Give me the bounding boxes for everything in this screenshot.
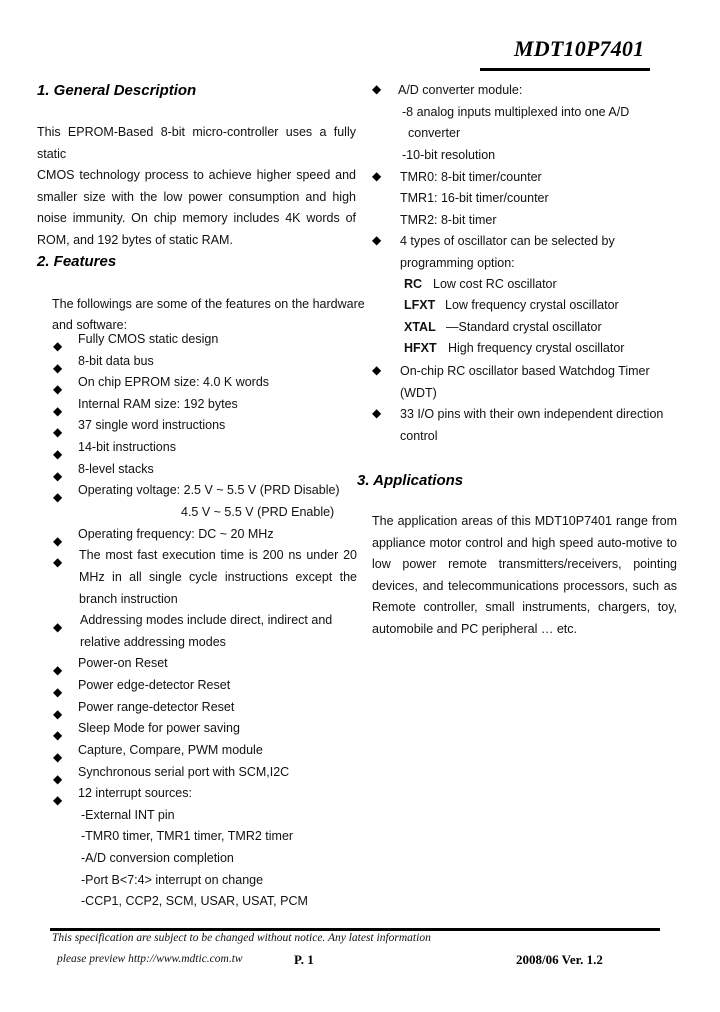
bullet-diamond-icon: ◆ (372, 82, 382, 96)
general-description-heading: 1. General Description (37, 82, 197, 99)
bullet-diamond-icon: ◆ (53, 685, 63, 699)
general-line: smaller size with the low power consumpt… (37, 189, 356, 204)
general-description-paragraph: This EPROM-Based 8-bit micro-controller … (37, 122, 356, 252)
general-line: CMOS technology process to achieve highe… (37, 168, 356, 183)
bullet-diamond-icon: ◆ (53, 707, 63, 721)
feature-item: —Standard crystal oscillator (446, 320, 602, 334)
footer-rule (50, 928, 660, 931)
feature-item: Power-on Reset (78, 656, 168, 670)
bullet-diamond-icon: ◆ (53, 447, 63, 461)
bullet-diamond-icon: ◆ (53, 339, 63, 353)
applications-line: automobile and PC peripheral … etc. (372, 621, 577, 636)
bullet-diamond-icon: ◆ (53, 382, 63, 396)
feature-item: 8-level stacks (78, 462, 154, 476)
feature-item: 8-bit data bus (78, 354, 154, 368)
feature-item: Fully CMOS static design (78, 332, 219, 346)
feature-item: -Port B<7:4> interrupt on change (81, 873, 264, 887)
applications-line: The application areas of this MDT10P7401… (372, 514, 677, 528)
feature-item: 33 I/O pins with their own independent d… (400, 407, 664, 421)
feature-item: branch instruction (79, 592, 178, 606)
feature-item: On chip EPROM size: 4.0 K words (78, 375, 270, 389)
feature-item: On-chip RC oscillator based Watchdog Tim… (400, 364, 650, 378)
page-number: P. 1 (294, 952, 314, 967)
feature-item: -CCP1, CCP2, SCM, USAR, USAT, PCM (81, 894, 308, 908)
feature-item: 14-bit instructions (78, 440, 176, 454)
feature-item: Capture, Compare, PWM module (78, 743, 263, 757)
bullet-diamond-icon: ◆ (53, 750, 63, 764)
bullet-diamond-icon: ◆ (53, 469, 63, 483)
general-line: ROM, and 192 bytes of static RAM. (37, 232, 233, 247)
bullet-diamond-icon: ◆ (372, 406, 382, 420)
bullet-diamond-icon: ◆ (53, 663, 63, 677)
feature-item: Sleep Mode for power saving (78, 721, 240, 735)
feature-item: converter (408, 126, 461, 140)
feature-item: Low frequency crystal oscillator (445, 298, 619, 312)
feature-item: TMR0: 8-bit timer/counter (400, 170, 542, 184)
feature-item: Internal RAM size: 192 bytes (78, 397, 238, 411)
bullet-diamond-icon: ◆ (53, 425, 63, 439)
feature-item: 12 interrupt sources: (78, 786, 192, 800)
bullet-diamond-icon: ◆ (53, 620, 63, 634)
feature-item: relative addressing modes (80, 635, 226, 649)
feature-item: -10-bit resolution (402, 148, 496, 162)
applications-line: devices, and telecommunications processo… (372, 578, 677, 593)
feature-item: MHz in all single cycle instructions exc… (79, 570, 357, 584)
bullet-diamond-icon: ◆ (53, 490, 63, 504)
bullet-diamond-icon: ◆ (53, 555, 63, 569)
general-line: noise immunity. On chip memory includes … (37, 211, 356, 226)
oscillator-code: HFXT (404, 341, 437, 355)
feature-item: Low cost RC oscillator (433, 277, 557, 291)
feature-item: Addressing modes include direct, indirec… (80, 613, 333, 627)
applications-line: Remote controller, small instruments, ch… (372, 600, 677, 615)
footer-notice: This specification are subject to be cha… (52, 932, 431, 944)
bullet-diamond-icon: ◆ (372, 233, 382, 247)
applications-heading: 3. Applications (357, 472, 464, 489)
feature-item: -8 analog inputs multiplexed into one A/… (402, 105, 630, 119)
bullet-diamond-icon: ◆ (53, 404, 63, 418)
applications-line: low power remote transmitters/receivers,… (372, 557, 677, 572)
features-heading: 2. Features (37, 253, 117, 270)
bullet-diamond-icon: ◆ (53, 361, 63, 375)
feature-item: 37 single word instructions (78, 418, 226, 432)
feature-item: High frequency crystal oscillator (448, 341, 625, 355)
feature-item: -TMR0 timer, TMR1 timer, TMR2 timer (81, 829, 294, 843)
oscillator-code: RC (404, 277, 423, 291)
bullet-diamond-icon: ◆ (53, 772, 63, 786)
feature-item: (WDT) (400, 386, 437, 400)
feature-item: Power range-detector Reset (78, 700, 235, 714)
feature-item: control (400, 429, 438, 443)
bullet-diamond-icon: ◆ (53, 728, 63, 742)
feature-item: Synchronous serial port with SCM,I2C (78, 765, 290, 779)
feature-item: Operating voltage: 2.5 V ~ 5.5 V (PRD Di… (78, 483, 340, 497)
feature-item: TMR1: 16-bit timer/counter (400, 191, 549, 205)
feature-item: A/D converter module: (398, 83, 523, 97)
feature-item: Power edge-detector Reset (78, 678, 231, 692)
header-rule (480, 68, 650, 71)
feature-item: 4 types of oscillator can be selected by (400, 234, 615, 248)
applications-paragraph: The application areas of this MDT10P7401… (372, 511, 677, 641)
bullet-diamond-icon: ◆ (372, 363, 382, 377)
feature-item: Operating frequency: DC ~ 20 MHz (78, 527, 274, 541)
bullet-diamond-icon: ◆ (53, 793, 63, 807)
feature-item: TMR2: 8-bit timer (400, 213, 497, 227)
version-date: 2008/06 Ver. 1.2 (516, 952, 603, 967)
feature-item: programming option: (400, 256, 515, 270)
document-title: MDT10P7401 (514, 36, 645, 61)
feature-item: -External INT pin (81, 808, 175, 822)
footer-website-link[interactable]: please preview http://www.mdtic.com.tw (57, 953, 243, 965)
general-line: This EPROM-Based 8-bit micro-controller … (37, 125, 356, 161)
bullet-diamond-icon: ◆ (372, 169, 382, 183)
oscillator-code: LFXT (404, 298, 436, 312)
oscillator-code: XTAL (404, 320, 436, 334)
feature-item: 4.5 V ~ 5.5 V (PRD Enable) (181, 505, 335, 519)
features-intro: The followings are some of the features … (52, 297, 365, 311)
bullet-diamond-icon: ◆ (53, 534, 63, 548)
feature-item: The most fast execution time is 200 ns u… (79, 548, 357, 562)
feature-item: -A/D conversion completion (81, 851, 234, 865)
applications-line: appliance motor control and high speed a… (372, 535, 677, 550)
